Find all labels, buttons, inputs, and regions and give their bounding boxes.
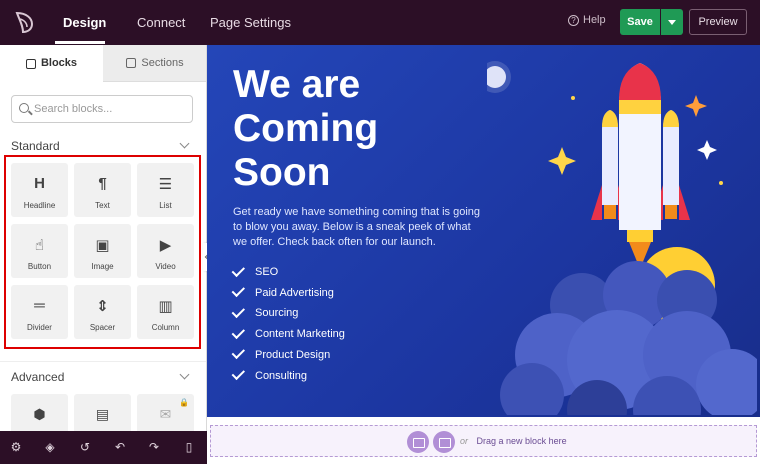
block-label: Text bbox=[95, 201, 110, 210]
divider-icon: ═ bbox=[34, 297, 45, 314]
search-blocks-box bbox=[11, 95, 193, 123]
advanced-block[interactable]: ⬢ bbox=[11, 394, 68, 431]
feature-item: Sourcing bbox=[231, 304, 299, 320]
intro-text[interactable]: Get ready we have something coming that … bbox=[233, 205, 483, 250]
block-video[interactable]: ▶ Video bbox=[137, 224, 194, 278]
hero-headline[interactable]: We are Coming Soon bbox=[233, 63, 433, 195]
feature-item: Paid Advertising bbox=[231, 283, 334, 299]
rocket-illustration bbox=[487, 61, 757, 415]
history-icon[interactable]: ↺ bbox=[77, 439, 93, 455]
help-label: Help bbox=[583, 14, 606, 26]
feature-item: SEO bbox=[231, 263, 279, 278]
advanced-section-title: Advanced bbox=[11, 370, 65, 384]
column-icon: ▥ bbox=[158, 298, 173, 315]
block-headline[interactable]: H Headline bbox=[11, 163, 68, 217]
checkmark-icon bbox=[231, 304, 246, 318]
blocks-sidebar: Blocks Sections Standard H Headline ¶ Text ☰… bbox=[0, 45, 207, 431]
layers-icon[interactable]: ◈ bbox=[42, 439, 58, 455]
blocks-icon bbox=[25, 58, 36, 69]
advanced-block[interactable]: ▤ bbox=[74, 394, 131, 431]
feature-label: Content Marketing bbox=[255, 328, 345, 341]
block-image[interactable]: ▣ Image bbox=[74, 224, 131, 278]
block-label: Spacer bbox=[89, 323, 116, 332]
checkmark-icon bbox=[231, 325, 246, 339]
block-text[interactable]: ¶ Text bbox=[74, 163, 131, 217]
dropzone-or: or bbox=[460, 436, 469, 446]
standard-section-title: Standard bbox=[11, 139, 60, 153]
block-divider[interactable]: ═ Divider bbox=[11, 285, 68, 339]
block-spacer[interactable]: ⇕ Spacer bbox=[74, 285, 131, 339]
checkmark-icon bbox=[231, 283, 246, 298]
search-blocks-input[interactable] bbox=[34, 100, 184, 118]
tab-sections-label: Sections bbox=[141, 56, 184, 69]
tab-sections[interactable]: Sections bbox=[103, 45, 206, 82]
feature-label: Paid Advertising bbox=[255, 286, 334, 299]
search-icon bbox=[19, 103, 29, 113]
undo-icon[interactable]: ↶ bbox=[112, 439, 128, 455]
add-block-dropzone[interactable]: or Drag a new block here bbox=[210, 425, 757, 457]
block-list[interactable]: ☰ List bbox=[137, 163, 194, 217]
checkmark-icon bbox=[231, 263, 246, 277]
tab-page-settings[interactable]: Page Settings bbox=[210, 0, 291, 45]
active-tab-indicator bbox=[55, 41, 105, 44]
mobile-preview-icon[interactable]: ▯ bbox=[181, 439, 197, 455]
redo-icon[interactable]: ↷ bbox=[146, 439, 162, 455]
headline-line: Soon bbox=[233, 151, 331, 194]
headline-line: We are bbox=[233, 63, 361, 106]
block-label: Headline bbox=[23, 201, 56, 210]
lock-icon: 🔒 bbox=[179, 398, 189, 407]
save-options-dropdown-icon[interactable] bbox=[661, 9, 683, 35]
feature-item: Product Design bbox=[231, 345, 331, 361]
feature-item: Consulting bbox=[231, 366, 307, 382]
bottom-toolbar: ⚙ ◈ ↺ ↶ ↷ ▯ bbox=[0, 431, 207, 464]
advanced-block-icon: ⬢ bbox=[33, 406, 46, 422]
feature-label: SEO bbox=[255, 266, 279, 278]
tab-design[interactable]: Design bbox=[63, 0, 106, 45]
settings-icon[interactable]: ⚙ bbox=[8, 439, 24, 455]
seedprod-logo-icon[interactable] bbox=[12, 10, 36, 34]
feature-label: Consulting bbox=[255, 369, 307, 382]
chevron-down-icon[interactable] bbox=[179, 138, 190, 149]
help-link[interactable]: ? Help bbox=[568, 14, 606, 26]
feature-label: Sourcing bbox=[255, 307, 299, 320]
feature-item: Content Marketing bbox=[231, 325, 345, 341]
page-canvas[interactable]: We are Coming Soon Get ready we have som… bbox=[207, 45, 760, 417]
feature-label: Product Design bbox=[255, 348, 331, 361]
add-column-icon[interactable] bbox=[407, 431, 429, 453]
button-icon: ☝ bbox=[34, 237, 45, 254]
tab-blocks[interactable]: Blocks bbox=[0, 45, 103, 82]
sections-icon bbox=[126, 58, 137, 68]
tab-connect[interactable]: Connect bbox=[137, 0, 185, 45]
preview-button[interactable]: Preview bbox=[689, 9, 747, 35]
advanced-block[interactable]: ✉ 🔒 bbox=[137, 394, 194, 431]
headline-line: Coming bbox=[233, 107, 379, 150]
help-icon: ? bbox=[568, 14, 579, 26]
block-label: Divider bbox=[27, 323, 52, 332]
image-icon: ▣ bbox=[95, 237, 110, 254]
headline-icon: H bbox=[34, 175, 45, 192]
block-label: Image bbox=[91, 262, 114, 271]
block-label: Button bbox=[27, 262, 52, 271]
block-label: List bbox=[159, 201, 172, 210]
block-button[interactable]: ☝ Button bbox=[11, 224, 68, 278]
spacer-icon: ⇕ bbox=[96, 298, 109, 315]
checkmark-icon bbox=[231, 366, 246, 381]
list-icon: ☰ bbox=[158, 176, 173, 193]
chevron-down-icon[interactable] bbox=[179, 369, 190, 380]
section-divider bbox=[0, 361, 206, 362]
tab-blocks-label: Blocks bbox=[40, 57, 78, 69]
checkmark-icon bbox=[231, 345, 246, 360]
dropzone-label: Drag a new block here bbox=[476, 436, 567, 446]
dropzone-hint: or Drag a new block here bbox=[460, 436, 567, 446]
block-column[interactable]: ▥ Column bbox=[137, 285, 194, 339]
top-bar: Design Connect Page Settings ? Help Save… bbox=[0, 0, 760, 45]
form-icon: ▤ bbox=[95, 406, 110, 422]
add-section-icon[interactable] bbox=[433, 431, 455, 453]
video-icon: ▶ bbox=[159, 237, 172, 254]
text-icon: ¶ bbox=[98, 175, 107, 192]
block-label: Video bbox=[155, 262, 176, 271]
email-icon: ✉ bbox=[159, 406, 172, 422]
save-button[interactable]: Save bbox=[620, 9, 660, 35]
block-label: Column bbox=[151, 323, 180, 332]
